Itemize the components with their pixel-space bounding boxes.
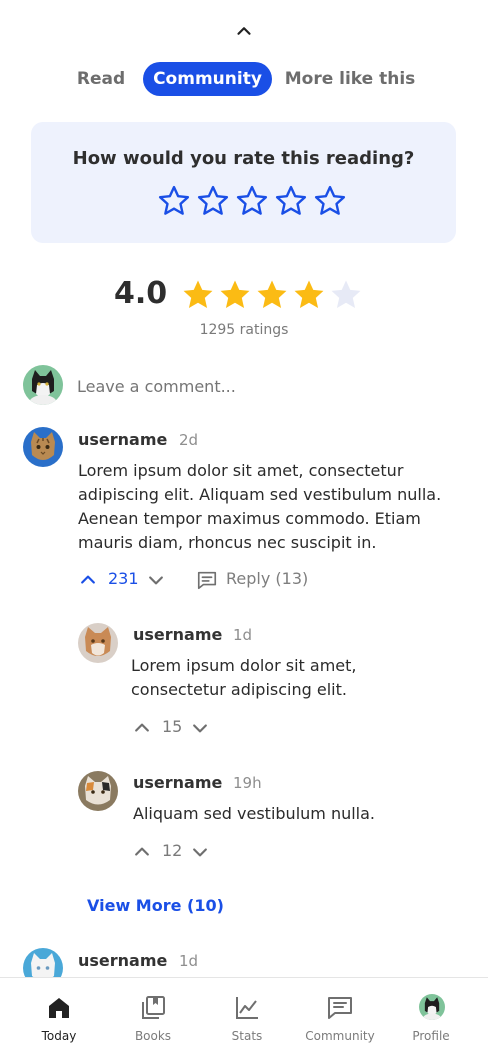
- rate-star-1-icon[interactable]: [157, 184, 191, 218]
- nav-books[interactable]: Books: [106, 978, 200, 1057]
- reply-vote-row: 15: [132, 716, 222, 740]
- tab-more-like-this[interactable]: More like this: [284, 62, 416, 96]
- reply-time: 1d: [233, 626, 253, 644]
- comment-time: 2d: [179, 431, 199, 449]
- downvote-icon[interactable]: [190, 842, 210, 862]
- current-user-avatar: [23, 365, 63, 405]
- reply-username[interactable]: username: [133, 773, 222, 792]
- comment-text: Lorem ipsum dolor sit amet, consectetur …: [78, 461, 442, 552]
- vote-count: 12: [162, 841, 183, 860]
- view-more-replies-link[interactable]: View More (10): [87, 896, 224, 915]
- upvote-icon[interactable]: [78, 570, 98, 590]
- tab-read[interactable]: Read: [70, 62, 132, 96]
- rating-count: 1295 ratings: [199, 322, 289, 338]
- reply-text: Lorem ipsum dolor sit amet, consectetur …: [131, 656, 357, 699]
- nav-label: Books: [134, 1029, 172, 1043]
- vote-count: 15: [162, 717, 183, 736]
- comment-input[interactable]: [77, 374, 457, 398]
- reply-avatar: [78, 771, 118, 811]
- home-icon: [49, 998, 69, 1018]
- upvote-icon[interactable]: [132, 842, 152, 862]
- stats-icon: [236, 997, 258, 1019]
- star-filled-icon: [294, 280, 324, 309]
- rating-summary: 4.0 1295 ratings: [0, 276, 488, 346]
- nav-label: Profile: [412, 1029, 450, 1043]
- reply-button[interactable]: Reply (13): [196, 568, 316, 592]
- reply-vote-row: 12: [132, 840, 222, 864]
- nav-label: Today: [41, 1029, 77, 1043]
- comment-time: 1d: [179, 952, 199, 970]
- rate-star-5-icon[interactable]: [313, 184, 347, 218]
- rate-question: How would you rate this reading?: [72, 148, 415, 169]
- comment-username[interactable]: username: [78, 951, 167, 970]
- star-empty-icon: [331, 280, 361, 309]
- vote-count: 231: [108, 569, 139, 588]
- average-rating: 4.0: [114, 276, 168, 311]
- profile-avatar: [419, 994, 445, 1020]
- downvote-icon[interactable]: [190, 718, 210, 738]
- star-filled-icon: [183, 280, 213, 309]
- star-filled-icon: [257, 280, 287, 309]
- upvote-icon[interactable]: [132, 718, 152, 738]
- reply-time: 19h: [233, 774, 262, 792]
- rate-reading-card: How would you rate this reading?: [31, 122, 456, 243]
- content-tabs: Read Community More like this: [0, 62, 488, 96]
- star-filled-icon: [220, 280, 250, 309]
- nav-label: Stats: [231, 1029, 263, 1043]
- nav-community[interactable]: Community: [293, 978, 387, 1057]
- reply-icon: [197, 571, 217, 590]
- downvote-icon[interactable]: [146, 570, 166, 590]
- comment-vote-row: 231: [78, 568, 178, 592]
- community-icon: [328, 997, 352, 1019]
- rate-star-4-icon[interactable]: [274, 184, 308, 218]
- chevron-up-icon[interactable]: [233, 20, 255, 42]
- nav-stats[interactable]: Stats: [200, 978, 294, 1057]
- books-icon: [142, 996, 165, 1019]
- reply-text: Aliquam sed vestibulum nulla.: [133, 804, 376, 823]
- reply-avatar: [78, 623, 118, 663]
- rate-star-2-icon[interactable]: [196, 184, 230, 218]
- nav-today[interactable]: Today: [12, 978, 106, 1057]
- reply-label: Reply (13): [226, 569, 309, 588]
- reply-username[interactable]: username: [133, 625, 222, 644]
- average-rating-stars: [181, 278, 363, 312]
- tab-community[interactable]: Community: [143, 62, 272, 96]
- rate-star-3-icon[interactable]: [235, 184, 269, 218]
- nav-label: Community: [305, 1029, 375, 1043]
- nav-profile[interactable]: Profile: [384, 978, 478, 1057]
- rate-stars: [157, 184, 347, 218]
- comment-username[interactable]: username: [78, 430, 167, 449]
- bottom-navigation: Today Books Stats Community Profile: [0, 977, 488, 1057]
- commenter-avatar: [23, 427, 63, 467]
